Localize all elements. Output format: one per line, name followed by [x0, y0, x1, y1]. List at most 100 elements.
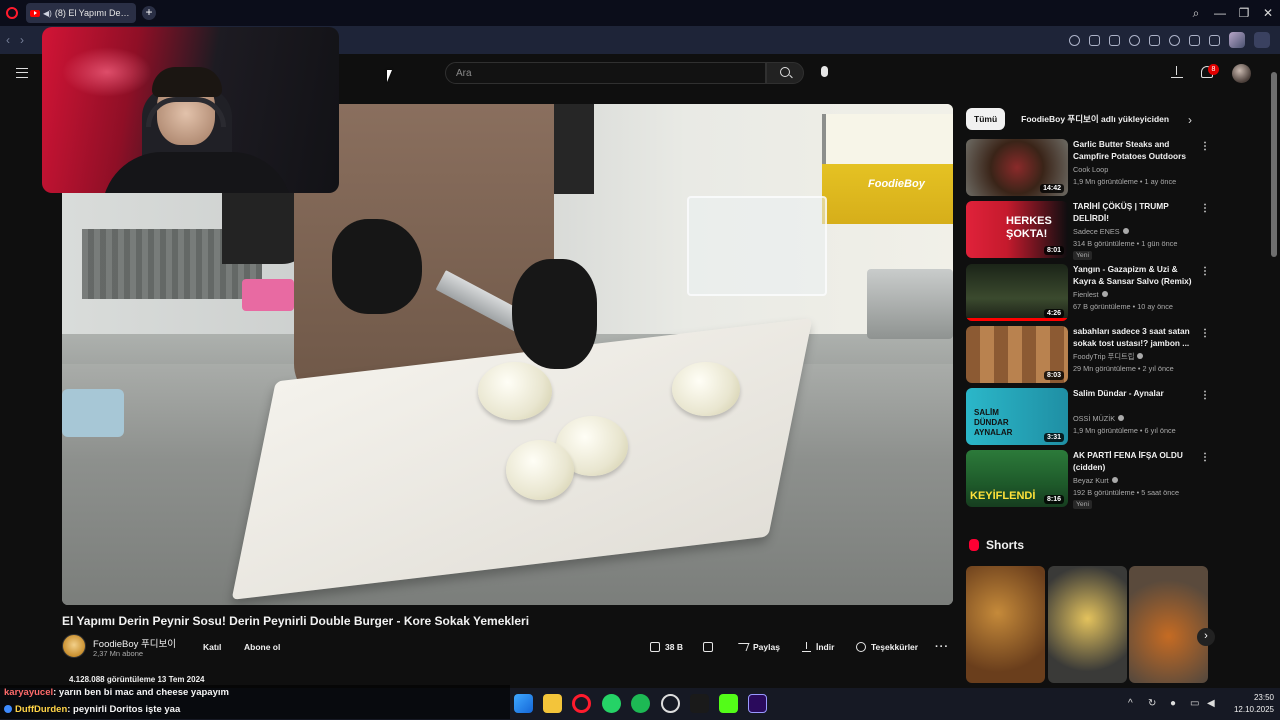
spotify-icon[interactable]	[631, 694, 650, 713]
video-thumbnail[interactable]: 4:26	[966, 264, 1068, 321]
hamburger-menu-icon[interactable]	[16, 68, 28, 78]
speaker-icon[interactable]: ◀)	[43, 9, 52, 18]
tray-volume-icon[interactable]: ◀	[1207, 698, 1215, 709]
tray-sync-icon[interactable]: ↻	[1148, 698, 1156, 709]
recommendation-channel[interactable]: FoodyTrip 푸디트립	[1073, 352, 1144, 362]
short-thumbnail[interactable]	[1048, 566, 1127, 683]
thanks-icon	[856, 642, 866, 652]
recommendation-title[interactable]: sabahları sadece 3 saat satan sokak tost…	[1073, 326, 1195, 349]
kebab-menu-icon[interactable]: ⋮	[1200, 203, 1210, 214]
tray-display-icon[interactable]: ▭	[1190, 698, 1199, 709]
recommendation-title[interactable]: TARİHİ ÇÖKÜŞ | TRUMP DELİRDİ!	[1073, 201, 1195, 224]
scrollbar-thumb[interactable]	[1271, 72, 1277, 257]
account-avatar[interactable]	[1232, 64, 1251, 83]
join-button[interactable]: Katıl	[194, 638, 230, 656]
chip-uploader[interactable]: FoodieBoy 푸디보이 adlı yükleyiciden	[1013, 108, 1177, 130]
recommendation-item[interactable]: 14:42 Garlic Butter Steaks and Campfire …	[966, 139, 1210, 197]
recommendation-channel[interactable]: Cook Loop	[1073, 165, 1108, 174]
opera-browser-icon[interactable]	[572, 694, 591, 713]
file-explorer-icon[interactable]	[543, 694, 562, 713]
terminal-icon[interactable]	[690, 694, 709, 713]
recommendation-channel[interactable]: Beyaz Kurt	[1073, 476, 1118, 485]
subscribe-button[interactable]: Abone ol	[236, 638, 288, 656]
kebab-menu-icon[interactable]: ⋮	[1200, 452, 1210, 463]
kebab-menu-icon[interactable]: ⋮	[1200, 266, 1210, 277]
kebab-menu-icon[interactable]: ⋮	[1200, 141, 1210, 152]
kebab-menu-icon[interactable]: ⋮	[1200, 390, 1210, 401]
recommendation-meta: 192 B görüntüleme • 5 saat önce	[1073, 488, 1179, 497]
video-scene-container	[687, 196, 827, 296]
thumbnail-text: KEYİFLENDİ	[970, 490, 1036, 502]
channel-label: Fienlest	[1073, 290, 1099, 299]
shield-icon[interactable]	[1129, 34, 1140, 46]
recommendation-title[interactable]: Yangın - Gazapizm & Uzi & Kayra & Sansar…	[1073, 264, 1195, 287]
chatgpt-icon[interactable]	[661, 694, 680, 713]
back-icon[interactable]: ‹	[6, 33, 10, 47]
page-scrollbar[interactable]	[1270, 60, 1278, 685]
chip-all[interactable]: Tümü	[966, 108, 1006, 130]
tray-mic-icon[interactable]: ●	[1170, 698, 1176, 709]
video-thumbnail[interactable]: 8:03	[966, 326, 1068, 383]
recommendation-channel[interactable]: Sadece ENES	[1073, 227, 1129, 236]
recommendation-title[interactable]: AK PARTİ FENA İFŞA OLDU (cidden)	[1073, 450, 1195, 473]
short-thumbnail[interactable]	[966, 566, 1045, 683]
browser-search-icon[interactable]: ⌕	[1184, 6, 1208, 21]
recommendation-channel[interactable]: Fienlest	[1073, 290, 1108, 299]
system-clock[interactable]: 23:50 12.10.2025	[1222, 692, 1274, 716]
recommendation-item[interactable]: 8:03 sabahları sadece 3 saat satan sokak…	[966, 326, 1210, 384]
recommendation-channel[interactable]: OSSİ MÜZİK	[1073, 414, 1125, 423]
stream-chat-overlay: karyayucel: yarın ben bi mac and cheese …	[0, 685, 510, 720]
whatsapp-icon[interactable]	[602, 694, 621, 713]
edit-icon[interactable]	[1089, 34, 1100, 46]
chips-next-icon[interactable]: ›	[1188, 113, 1192, 127]
kebab-menu-icon[interactable]: ⋮	[1200, 328, 1210, 339]
minimize-icon[interactable]: —	[1208, 6, 1232, 20]
recommendation-title[interactable]: Salim Dündar - Aynalar	[1073, 388, 1195, 400]
search-page-icon[interactable]	[1069, 34, 1080, 46]
video-thumbnail[interactable]: KEYİFLENDİ 8:16	[966, 450, 1068, 507]
search-input[interactable]: Ara	[445, 62, 766, 84]
tray-chevron-icon[interactable]: ^	[1128, 698, 1133, 709]
browser-tab-youtube[interactable]: ◀) (8) El Yapımı Derin Pe	[26, 3, 136, 23]
profile-avatar[interactable]	[1229, 32, 1245, 48]
menu-icon[interactable]	[1209, 34, 1220, 46]
video-thumbnail[interactable]: 14:42	[966, 139, 1068, 196]
shorts-next-icon[interactable]: ›	[1197, 628, 1215, 646]
youtube-favicon-icon	[30, 9, 40, 17]
duration-badge: 3:31	[1043, 433, 1064, 442]
search-button[interactable]	[766, 62, 804, 84]
share-button[interactable]: Paylaş	[735, 638, 780, 656]
video-thumbnail[interactable]: SALİM DÜNDAR AYNALAR 3:31	[966, 388, 1068, 445]
close-icon[interactable]: ✕	[1256, 6, 1280, 20]
maximize-icon[interactable]: ❐	[1232, 6, 1256, 20]
filter-chips: Tümü FoodieBoy 푸디보이 adlı yükleyiciden	[966, 108, 1177, 130]
new-tab-button[interactable]: +	[142, 6, 156, 20]
kick-icon[interactable]	[719, 694, 738, 713]
channel-name[interactable]: FoodieBoy 푸디보이	[93, 636, 176, 650]
channel-avatar[interactable]	[62, 634, 86, 658]
heart-icon[interactable]	[1169, 34, 1180, 46]
recommendation-item[interactable]: HERKES ŞOKTA! 8:01 TARİHİ ÇÖKÜŞ | TRUMP …	[966, 201, 1210, 260]
forward-icon[interactable]: ›	[20, 33, 24, 47]
recommendation-title[interactable]: Garlic Butter Steaks and Campfire Potato…	[1073, 139, 1195, 162]
camera-icon[interactable]	[1109, 34, 1120, 46]
opera-logo-icon[interactable]	[6, 7, 18, 19]
webcam-light	[62, 47, 152, 97]
premiere-pro-icon[interactable]	[748, 694, 767, 713]
extension-icon[interactable]	[1254, 32, 1270, 48]
download-icon[interactable]	[1189, 34, 1200, 46]
recommendation-item[interactable]: SALİM DÜNDAR AYNALAR 3:31 Salim Dündar -…	[966, 388, 1210, 446]
play-icon[interactable]	[1149, 34, 1160, 46]
like-button[interactable]: 38 B	[650, 638, 683, 656]
microphone-icon[interactable]	[821, 66, 828, 77]
thanks-button[interactable]: Teşekkürler	[856, 638, 918, 656]
short-thumbnail[interactable]	[1129, 566, 1208, 683]
more-actions-button[interactable]: ···	[935, 638, 949, 656]
create-upload-icon[interactable]	[1171, 66, 1183, 78]
dislike-button[interactable]	[703, 638, 713, 656]
recommendation-item[interactable]: 4:26 Yangın - Gazapizm & Uzi & Kayra & S…	[966, 264, 1210, 322]
windows-start-icon[interactable]	[514, 694, 533, 713]
video-thumbnail[interactable]: HERKES ŞOKTA! 8:01	[966, 201, 1068, 258]
recommendation-item[interactable]: KEYİFLENDİ 8:16 AK PARTİ FENA İFŞA OLDU …	[966, 450, 1210, 509]
download-button[interactable]: İndir	[802, 638, 834, 656]
